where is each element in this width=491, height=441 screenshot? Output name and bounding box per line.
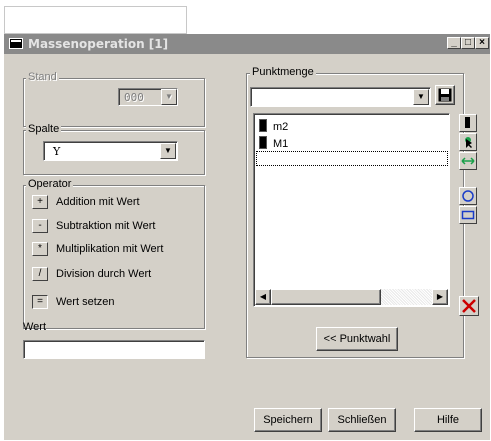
chevron-down-icon[interactable]: ▼ (161, 89, 177, 105)
scroll-left-button[interactable]: ◀ (255, 289, 271, 305)
addition-label: Addition mit Wert (56, 196, 140, 208)
set-value-label: Wert setzen (56, 296, 115, 308)
circle-icon (462, 190, 474, 202)
point-set-button[interactable] (459, 114, 477, 132)
horizontal-arrows-icon (461, 157, 475, 165)
chevron-down-icon[interactable]: ▼ (413, 89, 429, 105)
punkt-list[interactable]: m2 M1 ◀ ▶ (253, 113, 450, 307)
set-value-button[interactable]: = (32, 295, 48, 309)
scroll-right-button[interactable]: ▶ (432, 289, 448, 305)
point-set-icon (259, 136, 267, 149)
scroll-thumb[interactable] (271, 289, 381, 305)
list-focus-row[interactable] (256, 151, 448, 166)
stand-value: 000 (124, 91, 144, 104)
select-pointer-button[interactable] (459, 133, 477, 151)
rectangle-select-button[interactable] (459, 206, 477, 224)
close-button[interactable]: × (475, 37, 489, 49)
floppy-disk-icon (438, 88, 452, 102)
maximize-button[interactable]: □ (461, 37, 475, 49)
spalte-select[interactable]: Y ▼ (43, 141, 178, 161)
spalte-label: Spalte (26, 123, 62, 135)
subtraction-button[interactable]: - (32, 219, 48, 233)
title-bar[interactable]: Massenoperation [1] _ □ × (4, 34, 490, 54)
wert-input[interactable] (23, 340, 205, 359)
subtraction-label: Subtraktion mit Wert (56, 220, 156, 232)
spalte-value: Y (53, 145, 61, 158)
stand-select[interactable]: 000 ▼ (118, 88, 178, 106)
punktmenge-label: Punktmenge (250, 66, 316, 78)
minimize-button[interactable]: _ (447, 37, 461, 49)
operator-label: Operator (26, 178, 74, 190)
help-button[interactable]: Hilfe (414, 408, 482, 432)
division-label: Division durch Wert (56, 268, 152, 280)
save-button[interactable]: Speichern (254, 408, 322, 432)
dialog-window: Massenoperation [1] _ □ × Stand 000 ▼ Sp… (4, 34, 490, 440)
punktwahl-button[interactable]: << Punktwahl (316, 327, 398, 351)
stand-label: Stand (26, 71, 59, 83)
pointer-icon (465, 137, 472, 148)
list-item[interactable]: M1 (259, 136, 288, 150)
horizontal-scrollbar[interactable]: ◀ ▶ (255, 289, 448, 305)
delete-x-icon (462, 299, 476, 313)
division-button[interactable]: / (32, 267, 48, 281)
addition-button[interactable]: + (32, 195, 48, 209)
delete-button[interactable] (459, 296, 479, 316)
close-dialog-button[interactable]: Schließen (328, 408, 396, 432)
top-empty-field (4, 6, 187, 34)
rectangle-icon (461, 210, 475, 220)
list-item[interactable]: m2 (259, 119, 288, 133)
point-set-icon (465, 117, 470, 128)
window-title: Massenoperation [1] (28, 37, 169, 51)
chevron-down-icon[interactable]: ▼ (160, 143, 176, 159)
punktmenge-select[interactable]: ▼ (250, 87, 431, 107)
window-icon (9, 38, 23, 49)
horizontal-range-button[interactable] (459, 152, 477, 170)
point-set-icon (259, 119, 267, 132)
save-set-button[interactable] (435, 85, 455, 105)
circle-select-button[interactable] (459, 187, 477, 205)
multiplication-button[interactable]: * (32, 242, 48, 256)
multiplication-label: Multiplikation mit Wert (56, 243, 164, 255)
wert-label: Wert (23, 321, 47, 333)
